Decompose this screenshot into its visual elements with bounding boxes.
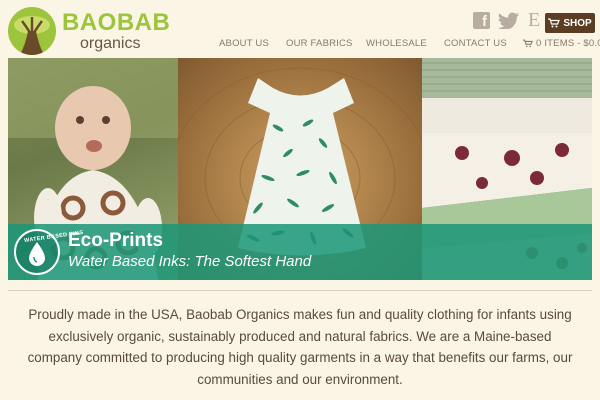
facebook-icon[interactable]: f <box>473 12 490 30</box>
nav-about-us[interactable]: ABOUT US <box>219 38 269 49</box>
nav-contact-us[interactable]: CONTACT US <box>444 38 507 49</box>
section-divider <box>8 290 592 291</box>
hero-title: Eco-Prints <box>68 230 164 251</box>
shop-button-label: SHOP <box>563 17 592 29</box>
hero-subtitle: Water Based Inks: The Softest Hand <box>68 253 312 270</box>
eco-prints-banner: WATER BASED INKS Eco-Prints Water Based … <box>8 224 592 280</box>
cart-summary: 0 ITEMS - $0.00 <box>536 38 600 49</box>
etsy-icon[interactable]: E <box>528 10 542 30</box>
nav-our-fabrics[interactable]: OUR FABRICS <box>286 38 353 49</box>
social-links: f E <box>473 10 542 30</box>
shop-button[interactable]: SHOP <box>545 13 595 33</box>
cart-icon <box>548 18 561 28</box>
logo-name: BAOBAB <box>62 8 171 36</box>
intro-paragraph: Proudly made in the USA, Baobab Organics… <box>27 307 573 387</box>
hero-banner[interactable]: WATER BASED INKS Eco-Prints Water Based … <box>8 58 592 280</box>
nav-wholesale[interactable]: WHOLESALE <box>366 38 427 49</box>
twitter-bird-icon[interactable] <box>498 12 520 30</box>
nav-cart[interactable]: 0 ITEMS - $0.00 <box>523 38 600 49</box>
main-nav: ABOUT US OUR FABRICS WHOLESALE CONTACT U… <box>0 38 600 52</box>
water-drop-icon: WATER BASED INKS <box>14 229 84 275</box>
cart-icon <box>523 39 533 48</box>
